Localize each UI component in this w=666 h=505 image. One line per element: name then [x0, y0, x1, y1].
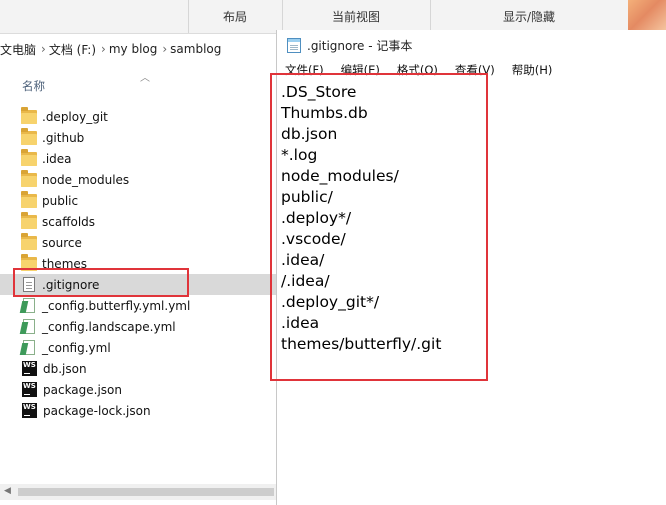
- file-rows: .deploy_git .github .idea node_modules p…: [0, 106, 276, 421]
- list-item[interactable]: public: [0, 190, 276, 211]
- folder-icon: [21, 106, 37, 124]
- list-item[interactable]: WS package-lock.json: [0, 400, 276, 421]
- menu-edit[interactable]: 编辑(E): [341, 62, 380, 78]
- breadcrumb-item[interactable]: samblog: [170, 42, 221, 56]
- folder-icon: [21, 211, 37, 229]
- list-item[interactable]: node_modules: [0, 169, 276, 190]
- file-name: _config.butterfly.yml.yml: [42, 298, 191, 313]
- scroll-left-icon[interactable]: ◀: [4, 486, 11, 496]
- column-header-name[interactable]: 名称: [22, 78, 45, 94]
- ribbon-group-current-view[interactable]: 当前视图: [282, 0, 431, 33]
- menu-view[interactable]: 查看(V): [455, 62, 495, 78]
- ribbon-group-panes[interactable]: [0, 0, 189, 33]
- list-item[interactable]: WS db.json: [0, 358, 276, 379]
- file-name: package.json: [43, 382, 123, 397]
- file-name: db.json: [43, 361, 87, 376]
- chevron-right-icon: ›: [101, 42, 106, 56]
- file-name: _config.landscape.yml: [42, 319, 176, 334]
- chevron-right-icon: ›: [162, 42, 168, 56]
- webstorm-file-icon: WS: [22, 403, 37, 418]
- text-line: .idea: [281, 314, 320, 332]
- breadcrumb-item[interactable]: 文档 (F:): [49, 41, 96, 58]
- breadcrumb-item[interactable]: my blog: [109, 42, 158, 56]
- webstorm-file-icon: WS: [22, 382, 37, 397]
- folder-icon: [21, 169, 37, 187]
- list-item[interactable]: source: [0, 232, 276, 253]
- text-line: Thumbs.db: [281, 104, 368, 122]
- scrollbar-thumb[interactable]: [18, 488, 274, 496]
- notepad-icon: [287, 37, 301, 53]
- list-item-selected[interactable]: .gitignore: [0, 274, 276, 295]
- ribbon-group-layout[interactable]: 布局: [188, 0, 283, 33]
- file-name: source: [42, 235, 82, 250]
- file-name: scaffolds: [42, 214, 96, 229]
- sort-ascending-icon: ︿: [140, 73, 150, 84]
- file-name: package-lock.json: [43, 403, 151, 418]
- list-item[interactable]: .github: [0, 127, 276, 148]
- folder-icon: [21, 232, 37, 250]
- desktop-wallpaper-edge: [628, 0, 666, 33]
- text-line: themes/butterfly/.git: [281, 335, 442, 353]
- webstorm-file-icon: WS: [22, 361, 37, 376]
- file-name: .gitignore: [42, 277, 100, 292]
- notepad-title-bar[interactable]: .gitignore - 记事本: [277, 30, 666, 60]
- list-item[interactable]: _config.yml: [0, 337, 276, 358]
- text-line: .deploy*/: [281, 209, 352, 227]
- text-editor[interactable]: .DS_Store Thumbs.db db.json *.log node_m…: [281, 82, 661, 355]
- menu-help[interactable]: 帮助(H): [512, 62, 553, 78]
- file-name: node_modules: [42, 172, 130, 187]
- menu-file[interactable]: 文件(F): [285, 62, 324, 78]
- file-name: .deploy_git: [42, 109, 108, 124]
- text-line: db.json: [281, 125, 338, 143]
- text-line: .deploy_git*/: [281, 293, 380, 311]
- list-item[interactable]: .idea: [0, 148, 276, 169]
- text-line: .DS_Store: [281, 83, 357, 101]
- notepad-window: .gitignore - 记事本 文件(F) 编辑(E) 格式(O) 查看(V)…: [276, 30, 666, 505]
- file-name: .github: [42, 130, 85, 145]
- text-line: public/: [281, 188, 333, 206]
- folder-icon: [21, 253, 37, 271]
- file-name: themes: [42, 256, 88, 271]
- file-name: .idea: [42, 151, 72, 166]
- ribbon: 布局 当前视图 显示/隐藏: [0, 0, 666, 34]
- horizontal-scrollbar[interactable]: ◀: [0, 484, 276, 500]
- folder-icon: [21, 190, 37, 208]
- menu-bar: 文件(F) 编辑(E) 格式(O) 查看(V) 帮助(H): [277, 60, 666, 80]
- list-item[interactable]: _config.butterfly.yml.yml: [0, 295, 276, 316]
- list-item[interactable]: themes: [0, 253, 276, 274]
- text-line: .idea/: [281, 251, 325, 269]
- list-item[interactable]: WS package.json: [0, 379, 276, 400]
- breadcrumb[interactable]: 文电脑 › 文档 (F:) › my blog › samblog: [0, 34, 280, 64]
- chevron-right-icon: ›: [41, 42, 46, 56]
- list-item[interactable]: _config.landscape.yml: [0, 316, 276, 337]
- ribbon-group-show-hide[interactable]: 显示/隐藏: [430, 0, 628, 33]
- text-line: *.log: [281, 146, 318, 164]
- yml-file-icon: [23, 319, 35, 334]
- text-line: node_modules/: [281, 167, 399, 185]
- list-item[interactable]: scaffolds: [0, 211, 276, 232]
- folder-icon: [21, 127, 37, 145]
- menu-format[interactable]: 格式(O): [397, 62, 438, 78]
- file-name: public: [42, 193, 79, 208]
- yml-file-icon: [23, 298, 35, 313]
- breadcrumb-item[interactable]: 文电脑: [0, 41, 36, 58]
- list-item[interactable]: .deploy_git: [0, 106, 276, 127]
- text-file-icon: [23, 277, 35, 292]
- folder-icon: [21, 148, 37, 166]
- file-name: _config.yml: [42, 340, 111, 355]
- window-title: .gitignore - 记事本: [307, 38, 413, 53]
- text-line: /.idea/: [281, 272, 330, 290]
- file-list: ︿ 名称 .deploy_git .github .idea node_modu…: [0, 66, 276, 484]
- text-line: .vscode/: [281, 230, 346, 248]
- yml-file-icon: [23, 340, 35, 355]
